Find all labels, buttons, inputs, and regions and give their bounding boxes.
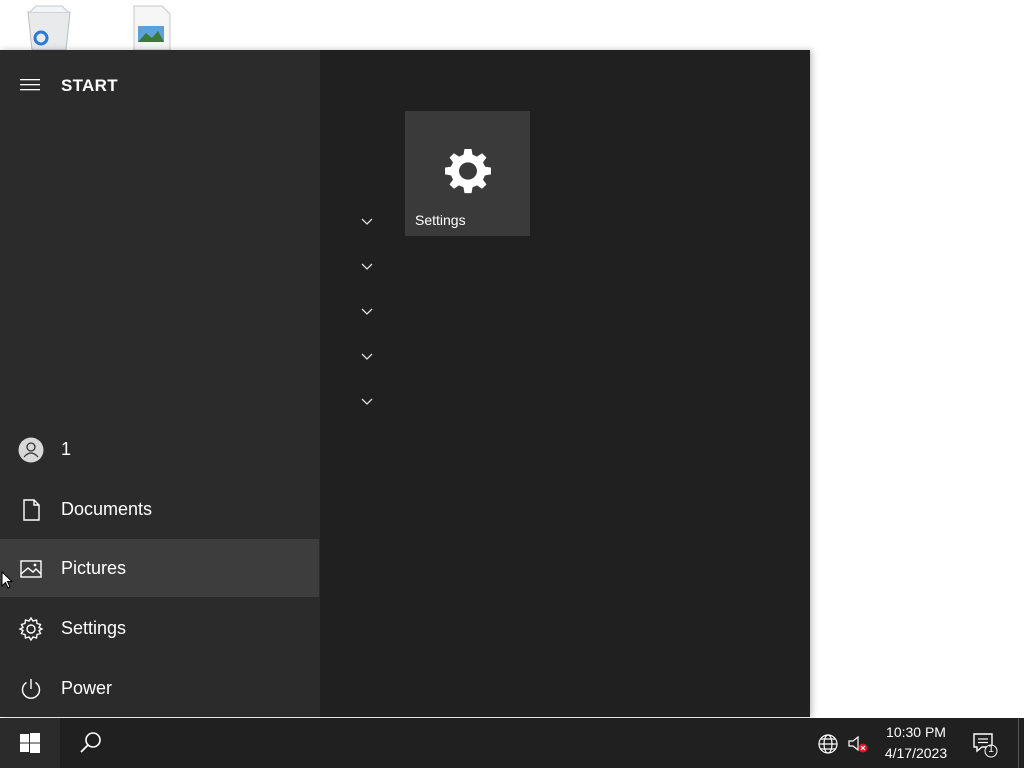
image-file-desktop-icon[interactable] [130,0,174,51]
rail-item-pictures[interactable]: Pictures [0,539,319,597]
gear-icon [445,148,491,195]
clock-time: 10:30 PM [886,724,946,740]
gear-icon [18,616,44,642]
notification-count: 1 [988,744,994,755]
recycle-bin-desktop-icon[interactable] [22,0,76,51]
tiles-area: Settings [320,50,810,717]
search-button[interactable] [60,718,120,768]
rail-item-documents[interactable]: Documents [0,480,319,538]
group-expand-chevron[interactable] [360,258,374,270]
pictures-icon [18,556,44,582]
network-tray-button[interactable] [817,733,839,755]
windows-logo-icon [20,733,40,753]
rail-item-label: 1 [61,439,72,459]
chevron-down-icon [361,398,373,405]
settings-tile[interactable]: Settings [405,111,530,236]
chevron-down-icon [361,218,373,225]
chevron-down-icon [361,308,373,315]
group-expand-chevron[interactable] [360,348,374,360]
start-menu-title: START [61,76,118,95]
group-expand-chevron[interactable] [360,303,374,315]
power-icon [18,676,44,702]
start-menu-rail: START 1 Documents Pictures Settings Powe… [0,50,320,717]
hamburger-menu-button[interactable] [20,78,42,92]
start-menu: START 1 Documents Pictures Settings Powe… [0,50,810,717]
network-globe-icon [818,734,838,754]
mouse-cursor-icon [1,571,13,589]
volume-muted-icon [848,735,868,753]
rail-item-label: Power [61,678,113,698]
chevron-down-icon [361,263,373,270]
image-file-icon [133,5,171,51]
rail-item-power[interactable]: Power [0,659,319,717]
recycle-bin-icon [27,5,71,51]
hamburger-icon [20,79,40,91]
user-avatar-icon [18,437,44,463]
clock-date: 4/17/2023 [884,745,948,761]
rail-item-label: Documents [61,499,153,519]
start-button[interactable] [0,718,60,768]
tile-label: Settings [415,212,466,228]
document-icon [18,497,44,523]
show-desktop-button[interactable] [1018,718,1024,768]
chevron-down-icon [361,353,373,360]
action-center-button[interactable]: 1 [970,730,998,758]
rail-item-settings[interactable]: Settings [0,599,319,657]
rail-item-label: Pictures [61,558,127,578]
taskbar: 10:30 PM 4/17/2023 1 [0,718,1024,768]
group-expand-chevron[interactable] [360,393,374,405]
group-expand-chevron[interactable] [360,213,374,225]
volume-tray-button[interactable] [847,733,869,755]
rail-item-label: Settings [61,618,127,638]
rail-item-account[interactable]: 1 [0,420,319,478]
search-icon [80,732,101,753]
clock[interactable]: 10:30 PM 4/17/2023 [873,722,959,764]
